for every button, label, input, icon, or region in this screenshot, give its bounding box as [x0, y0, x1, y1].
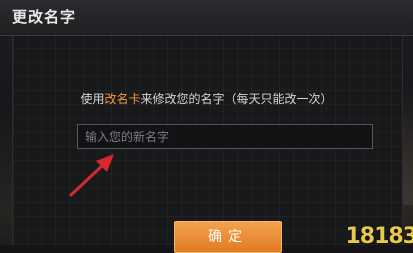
new-name-input[interactable]: [77, 124, 373, 149]
instruction-prefix: 使用: [80, 92, 105, 106]
red-arrow-icon: [69, 154, 114, 197]
site-watermark: 18183: [345, 224, 413, 249]
rename-dialog: [12, 0, 403, 245]
instruction-suffix: 来修改您的名字（每天只能改一次）: [140, 92, 333, 106]
rename-instruction: 使用改名卡来修改您的名字（每天只能改一次）: [0, 90, 413, 107]
dialog-title: 更改名字: [12, 8, 77, 26]
confirm-button[interactable]: 确定: [174, 221, 282, 253]
rename-card-highlight: 改名卡: [104, 92, 141, 106]
dialog-title-bar: 更改名字: [0, 0, 413, 36]
